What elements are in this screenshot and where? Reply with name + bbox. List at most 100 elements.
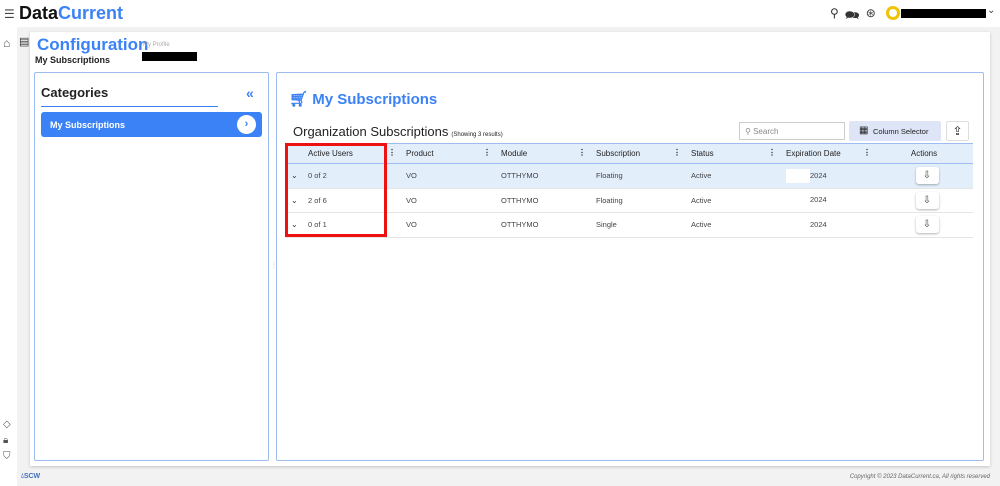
- section-title: 🛒︎ My Subscriptions: [289, 90, 437, 108]
- table-row[interactable]: ⌄ 0 of 1 VO OTTHYMO Single Active 2024 ⇩: [286, 212, 973, 238]
- chevron-right-icon: ›: [237, 115, 256, 134]
- cell-module: OTTHYMO: [495, 163, 590, 189]
- cell-module: OTTHYMO: [495, 212, 590, 238]
- column-selector-label: Column Selector: [873, 127, 929, 136]
- expiration-text: 2024: [810, 195, 827, 205]
- column-header[interactable]: Module ⋮: [495, 143, 590, 164]
- cell-product: VO: [400, 188, 495, 213]
- scw-logo: 💧︎SCW: [21, 473, 41, 480]
- cell-status: Active: [685, 163, 780, 189]
- cell-module: OTTHYMO: [495, 188, 590, 213]
- results-count: (Showing 3 results): [451, 132, 503, 138]
- breadcrumb-my-profile[interactable]: My Profile: [143, 42, 170, 48]
- avatar[interactable]: [886, 6, 900, 20]
- redaction: [786, 168, 810, 183]
- column-selector-button[interactable]: ▦ Column Selector: [849, 121, 941, 141]
- divider: [41, 106, 218, 107]
- header-label: Actions: [910, 149, 938, 158]
- expand-row-icon[interactable]: ⌄: [286, 188, 304, 213]
- redacted-name: [142, 52, 197, 61]
- table-row[interactable]: ⌄ 0 of 2 VO OTTHYMO Floating Active 2024…: [286, 163, 973, 189]
- column-header[interactable]: Active Users ⋮: [304, 143, 400, 164]
- cell-subscription: Single: [590, 212, 685, 238]
- cell-product: VO: [400, 163, 495, 189]
- cloud-download-icon[interactable]: ⇩: [915, 167, 939, 185]
- header-label: Expiration Date: [786, 149, 841, 158]
- left-rail: ⌂ ◇ 🔒︎ ⛉: [0, 27, 17, 486]
- cloud-download-icon[interactable]: ⇩: [915, 216, 939, 234]
- cell-actions: ⇩: [875, 212, 973, 238]
- cart-icon: 🛒︎: [289, 91, 309, 108]
- category-my-subscriptions[interactable]: My Subscriptions ›: [41, 112, 262, 137]
- cell-expiration: 2024: [780, 188, 875, 213]
- column-menu-icon[interactable]: ⋮: [483, 148, 491, 157]
- category-label: My Subscriptions: [50, 120, 126, 130]
- column-menu-icon[interactable]: ⋮: [578, 148, 586, 157]
- redaction: [786, 193, 810, 208]
- search-input[interactable]: ⚲ Search: [739, 122, 845, 140]
- shield-icon[interactable]: ⛉: [3, 451, 11, 462]
- column-menu-icon[interactable]: ⋮: [768, 148, 776, 157]
- lock-icon[interactable]: 🔒︎: [3, 435, 8, 446]
- cell-active-users: 2 of 6: [304, 188, 400, 213]
- table-title: Organization Subscriptions (Showing 3 res…: [293, 124, 503, 139]
- building-icon: ▤: [19, 36, 30, 48]
- tag-icon[interactable]: ◇: [3, 419, 11, 430]
- column-header: Actions: [875, 143, 973, 164]
- cell-expiration: 2024: [780, 163, 875, 189]
- user-name-redacted: [901, 9, 986, 18]
- header-label: Status: [691, 149, 714, 158]
- cell-product: VO: [400, 212, 495, 238]
- expiration-text: 2024: [810, 219, 827, 229]
- subscriptions-panel: 🛒︎ My Subscriptions Organization Subscri…: [276, 72, 984, 461]
- section-title-text: My Subscriptions: [312, 91, 438, 108]
- footer-logo-text: SCW: [23, 473, 41, 480]
- cell-status: Active: [685, 188, 780, 213]
- columns-icon: ▦: [859, 125, 869, 136]
- column-header[interactable]: Status ⋮: [685, 143, 780, 164]
- search-icon[interactable]: ⚲: [830, 6, 839, 27]
- help-icon[interactable]: ⊛: [866, 6, 876, 27]
- column-menu-icon[interactable]: ⋮: [388, 148, 396, 157]
- expiration-text: 2024: [810, 170, 827, 180]
- categories-panel: Categories « My Subscriptions ›: [34, 72, 269, 461]
- page-title: Configuration: [37, 35, 149, 54]
- cell-active-users: 0 of 2: [304, 163, 400, 189]
- table-row[interactable]: ⌄ 2 of 6 VO OTTHYMO Floating Active 2024…: [286, 188, 973, 213]
- cell-active-users: 0 of 1: [304, 212, 400, 238]
- column-menu-icon[interactable]: ⋮: [863, 148, 871, 157]
- column-header[interactable]: Expiration Date ⋮: [780, 143, 875, 164]
- upload-icon: ⇪: [952, 124, 963, 138]
- page-subtitle: My Subscriptions: [35, 55, 111, 65]
- expand-row-icon[interactable]: ⌄: [286, 212, 304, 238]
- cell-expiration: 2024: [780, 212, 875, 238]
- subscriptions-table: Active Users ⋮ Product ⋮ Module ⋮ Subscript…: [286, 143, 973, 238]
- cell-status: Active: [685, 212, 780, 238]
- collapse-icon[interactable]: «: [246, 85, 254, 101]
- expand-column-header: [286, 143, 304, 164]
- home-icon[interactable]: ⌂: [3, 36, 10, 50]
- logo-text-current: Current: [58, 3, 124, 23]
- categories-title: Categories: [41, 85, 109, 100]
- menu-icon[interactable]: ☰: [4, 7, 15, 21]
- search-placeholder: Search: [753, 127, 779, 136]
- app-logo[interactable]: DataCurrent: [19, 3, 123, 24]
- redaction: [786, 217, 810, 232]
- expand-row-icon[interactable]: ⌄: [286, 163, 304, 189]
- header-label: Subscription: [596, 149, 641, 158]
- header-label: Module: [501, 149, 528, 158]
- column-menu-icon[interactable]: ⋮: [673, 148, 681, 157]
- chat-icon[interactable]: 🗪: [845, 6, 860, 27]
- export-button[interactable]: ⇪: [946, 121, 969, 141]
- cell-subscription: Floating: [590, 163, 685, 189]
- copyright: Copyright © 2023 DataCurrent.ca, All rig…: [849, 474, 990, 480]
- chevron-down-icon[interactable]: ⌄: [987, 5, 995, 16]
- header-label: Active Users: [308, 149, 353, 158]
- column-header[interactable]: Product ⋮: [400, 143, 495, 164]
- column-header[interactable]: Subscription ⋮: [590, 143, 685, 164]
- logo-text-data: Data: [19, 3, 59, 23]
- top-bar: ☰ DataCurrent ⚲ 🗪 ⊛ ⌄: [0, 0, 1000, 27]
- table-title-text: Organization Subscriptions: [293, 124, 449, 139]
- cloud-download-icon[interactable]: ⇩: [915, 191, 939, 209]
- cell-subscription: Floating: [590, 188, 685, 213]
